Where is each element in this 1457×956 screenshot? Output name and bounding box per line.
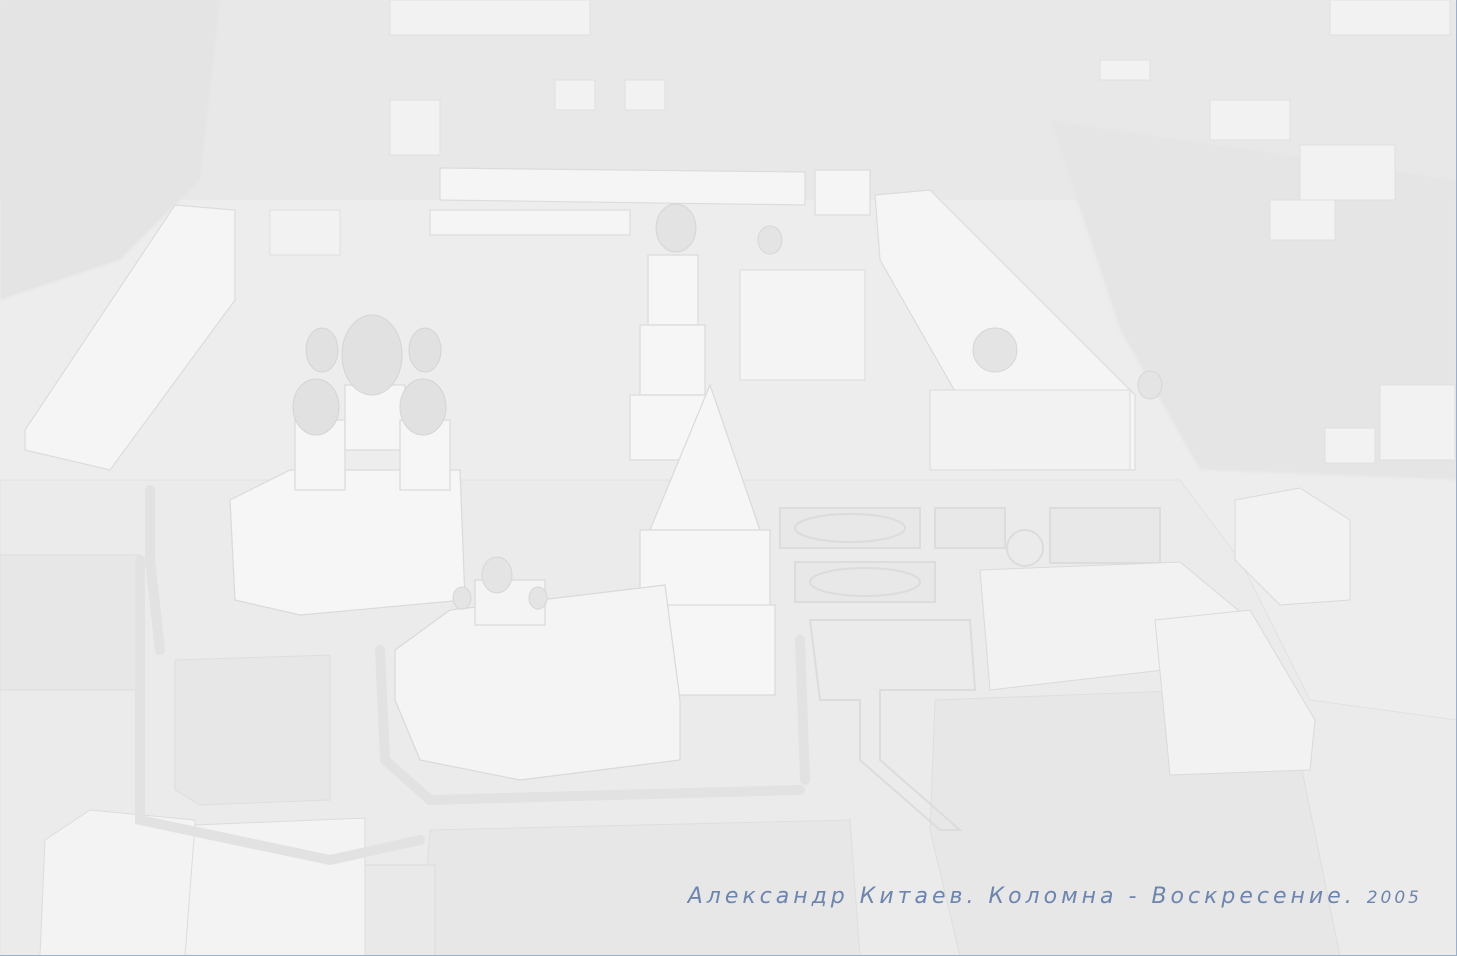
photo-frame: Александр Китаев. Коломна - Воскресение.… (0, 0, 1457, 956)
caption-text: Александр Китаев. Коломна - Воскресение. (687, 884, 1356, 909)
caption-year: 2005 (1366, 888, 1422, 908)
aerial-photo-kolomna (0, 0, 1456, 955)
photo-caption: Александр Китаев. Коломна - Воскресение.… (688, 884, 1422, 909)
haze-overlay (0, 0, 1456, 955)
